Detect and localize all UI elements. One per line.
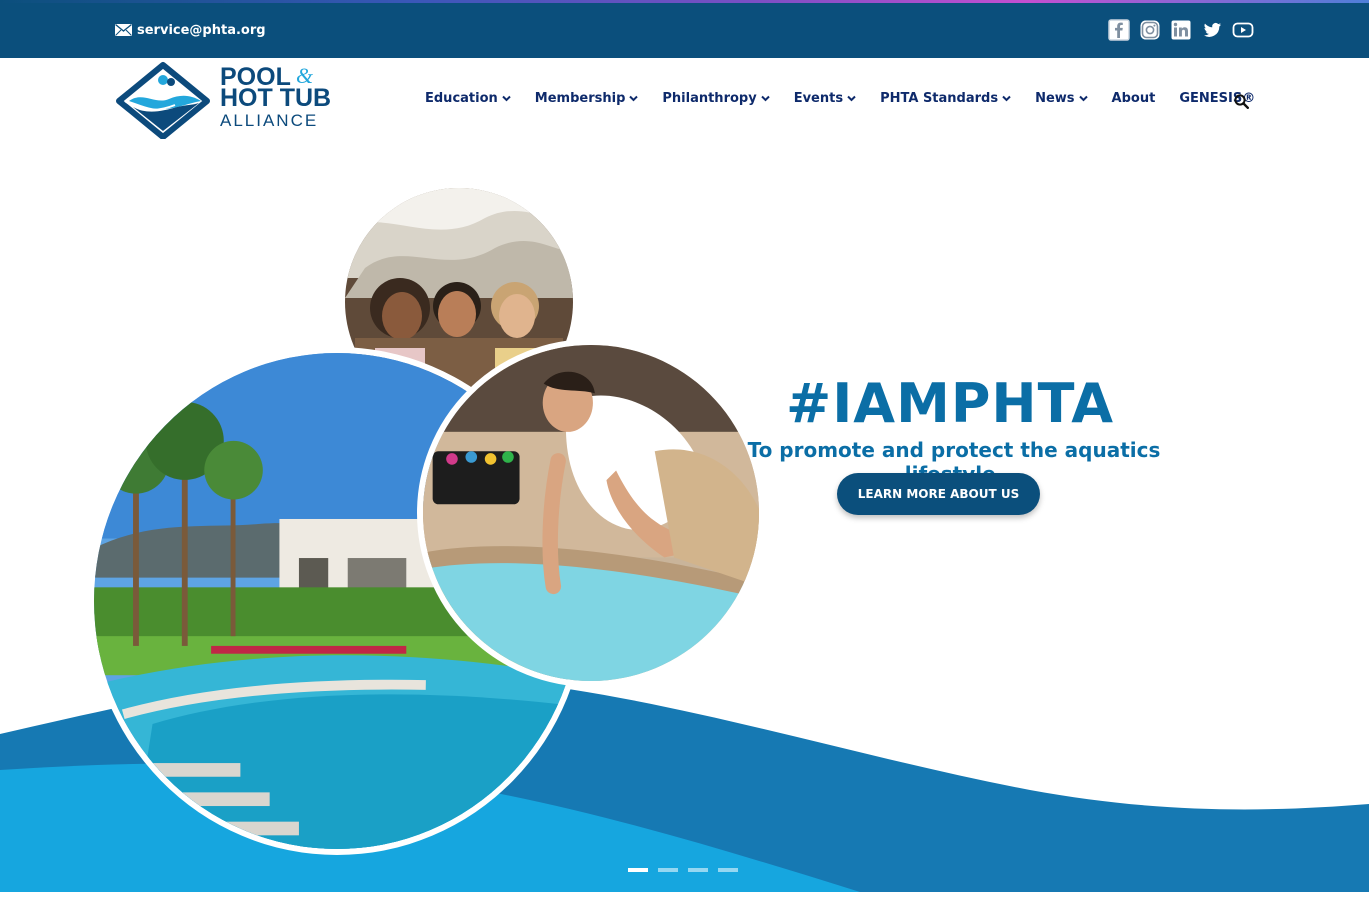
facebook-icon[interactable] bbox=[1108, 19, 1130, 41]
nav-item-label: News bbox=[1035, 91, 1075, 106]
site-header: POOL & HOT TUB ALLIANCE Education Members… bbox=[0, 58, 1369, 142]
logo-word-hot-tub: HOT TUB bbox=[220, 84, 332, 112]
nav-item-phta-standards[interactable]: PHTA Standards bbox=[880, 91, 1011, 106]
hero-slider: #IAMPHTA To promote and protect the aqua… bbox=[0, 142, 1369, 892]
nav-item-about[interactable]: About bbox=[1112, 91, 1156, 106]
slider-dot[interactable] bbox=[658, 868, 678, 872]
social-links bbox=[1108, 19, 1254, 41]
hero-title: #IAMPHTA bbox=[785, 372, 1115, 435]
phta-logo[interactable]: POOL & HOT TUB ALLIANCE bbox=[115, 61, 340, 139]
main-nav: Education Membership Philanthropy Events PHT… bbox=[425, 91, 1279, 106]
nav-item-events[interactable]: Events bbox=[794, 91, 856, 106]
chevron-down-icon bbox=[760, 95, 770, 102]
youtube-icon[interactable] bbox=[1232, 19, 1254, 41]
slider-dot[interactable] bbox=[628, 868, 648, 872]
instagram-icon[interactable] bbox=[1139, 19, 1161, 41]
twitter-icon[interactable] bbox=[1201, 19, 1223, 41]
email-link[interactable]: service@phta.org bbox=[115, 21, 266, 39]
top-gradient-strip bbox=[0, 0, 1369, 3]
logo-mark-icon bbox=[116, 62, 210, 139]
nav-item-label: Education bbox=[425, 91, 498, 106]
nav-item-label: About bbox=[1111, 91, 1156, 106]
nav-item-label: Membership bbox=[534, 91, 626, 106]
learn-more-button[interactable]: LEARN MORE ABOUT US bbox=[837, 473, 1040, 515]
chevron-down-icon bbox=[1078, 95, 1088, 102]
slider-dot[interactable] bbox=[688, 868, 708, 872]
chevron-down-icon bbox=[1002, 95, 1011, 102]
slider-dot[interactable] bbox=[718, 868, 738, 872]
nav-item-label: PHTA Standards bbox=[880, 91, 999, 106]
chevron-down-icon bbox=[847, 95, 856, 102]
nav-item-label: Events bbox=[793, 91, 844, 106]
nav-item-membership[interactable]: Membership bbox=[535, 91, 639, 106]
nav-item-education[interactable]: Education bbox=[425, 91, 511, 106]
nav-item-label: Philanthropy bbox=[662, 91, 757, 106]
slider-pagination bbox=[628, 868, 738, 872]
chevron-down-icon bbox=[629, 95, 639, 102]
nav-item-philanthropy[interactable]: Philanthropy bbox=[662, 91, 770, 106]
email-text: service@phta.org bbox=[137, 22, 266, 38]
search-icon[interactable] bbox=[1234, 94, 1249, 109]
nav-item-news[interactable]: News bbox=[1035, 91, 1088, 106]
envelope-icon bbox=[115, 24, 132, 36]
top-bar: service@phta.org bbox=[0, 0, 1369, 58]
logo-word-alliance: ALLIANCE bbox=[220, 111, 319, 130]
chevron-down-icon bbox=[502, 95, 511, 102]
linkedin-icon[interactable] bbox=[1170, 19, 1192, 41]
